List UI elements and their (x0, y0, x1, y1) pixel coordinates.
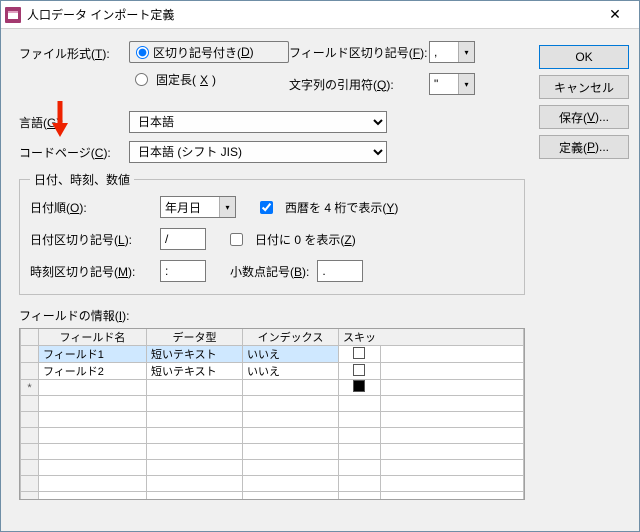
decimal-label: 小数点記号(B): (230, 263, 309, 280)
leading-zero-checkbox[interactable] (230, 233, 243, 246)
radio-fixed-input[interactable] (135, 73, 148, 86)
title-bar: 人口データ インポート定義 ✕ (1, 1, 639, 29)
four-digit-year-checkbox[interactable] (260, 201, 273, 214)
table-row[interactable]: フィールド1短いテキストいいえ (21, 346, 524, 363)
field-info-grid[interactable]: フィールド名 データ型 インデックス スキッ フィールド1短いテキストいいえフィ… (19, 328, 525, 500)
decimal-input[interactable] (317, 260, 363, 282)
col-index[interactable]: インデックス (243, 329, 339, 346)
close-button[interactable]: ✕ (595, 3, 635, 27)
ok-button[interactable]: OK (539, 45, 629, 69)
four-digit-year-label: 西暦を 4 桁で表示(Y) (285, 199, 398, 216)
dialog-window: 人口データ インポート定義 ✕ ファイル形式(T): 区切り記号付き(D) (0, 0, 640, 532)
language-label: 言語(G): (19, 114, 129, 131)
leading-zero-label: 日付に 0 を表示(Z) (255, 231, 356, 248)
close-icon: ✕ (609, 6, 621, 23)
table-row-empty (21, 396, 524, 412)
col-skip[interactable]: スキッ (339, 329, 381, 346)
date-sep-input[interactable] (160, 228, 206, 250)
grid-header-row: フィールド名 データ型 インデックス スキッ (21, 329, 524, 346)
radio-fixed[interactable]: 固定長(X) (129, 71, 289, 88)
language-select[interactable]: 日本語 (129, 111, 387, 133)
save-button[interactable]: 保存(V)... (539, 105, 629, 129)
app-icon (5, 7, 21, 23)
date-order-label: 日付順(O): (30, 199, 160, 216)
window-title: 人口データ インポート定義 (27, 6, 595, 23)
chevron-down-icon: ▾ (219, 197, 235, 217)
table-row-empty (21, 428, 524, 444)
text-qualifier-combo[interactable]: " ▾ (429, 73, 475, 95)
date-order-value: 年月日 (161, 199, 219, 216)
field-separator-combo[interactable]: , ▾ (429, 41, 475, 63)
radio-delimited[interactable]: 区切り記号付き(D) (129, 41, 289, 63)
col-data-type[interactable]: データ型 (147, 329, 243, 346)
col-field-name[interactable]: フィールド名 (39, 329, 147, 346)
radio-delimited-input[interactable] (136, 46, 149, 59)
datetime-group: 日付、時刻、数値 日付順(O): 年月日 ▾ 西暦を 4 桁で表示(Y) (19, 171, 525, 295)
file-format-label: ファイル形式(T): (19, 47, 110, 61)
cancel-button[interactable]: キャンセル (539, 75, 629, 99)
table-row-empty (21, 444, 524, 460)
chevron-down-icon: ▾ (458, 42, 474, 62)
date-sep-label: 日付区切り記号(L): (30, 231, 160, 248)
table-row[interactable]: フィールド2短いテキストいいえ (21, 363, 524, 380)
chevron-down-icon: ▾ (458, 74, 474, 94)
field-separator-value: , (430, 45, 458, 59)
time-sep-input[interactable] (160, 260, 206, 282)
time-sep-label: 時刻区切り記号(M): (30, 263, 160, 280)
text-qualifier-value: " (430, 77, 458, 91)
codepage-select[interactable]: 日本語 (シフト JIS) (129, 141, 387, 163)
field-info-label: フィールドの情報(I): (19, 307, 525, 324)
codepage-label: コードページ(C): (19, 144, 129, 161)
text-qualifier-label: 文字列の引用符(Q): (289, 76, 429, 93)
date-order-combo[interactable]: 年月日 ▾ (160, 196, 236, 218)
table-row-empty (21, 492, 524, 501)
table-row-new[interactable]: * (21, 380, 524, 396)
table-row-empty (21, 412, 524, 428)
datetime-legend: 日付、時刻、数値 (30, 171, 134, 188)
table-row-empty (21, 476, 524, 492)
field-separator-label: フィールド区切り記号(F): (289, 44, 429, 61)
client-area: ファイル形式(T): 区切り記号付き(D) 固定長(X) (1, 29, 639, 531)
definitions-button[interactable]: 定義(P)... (539, 135, 629, 159)
table-row-empty (21, 460, 524, 476)
